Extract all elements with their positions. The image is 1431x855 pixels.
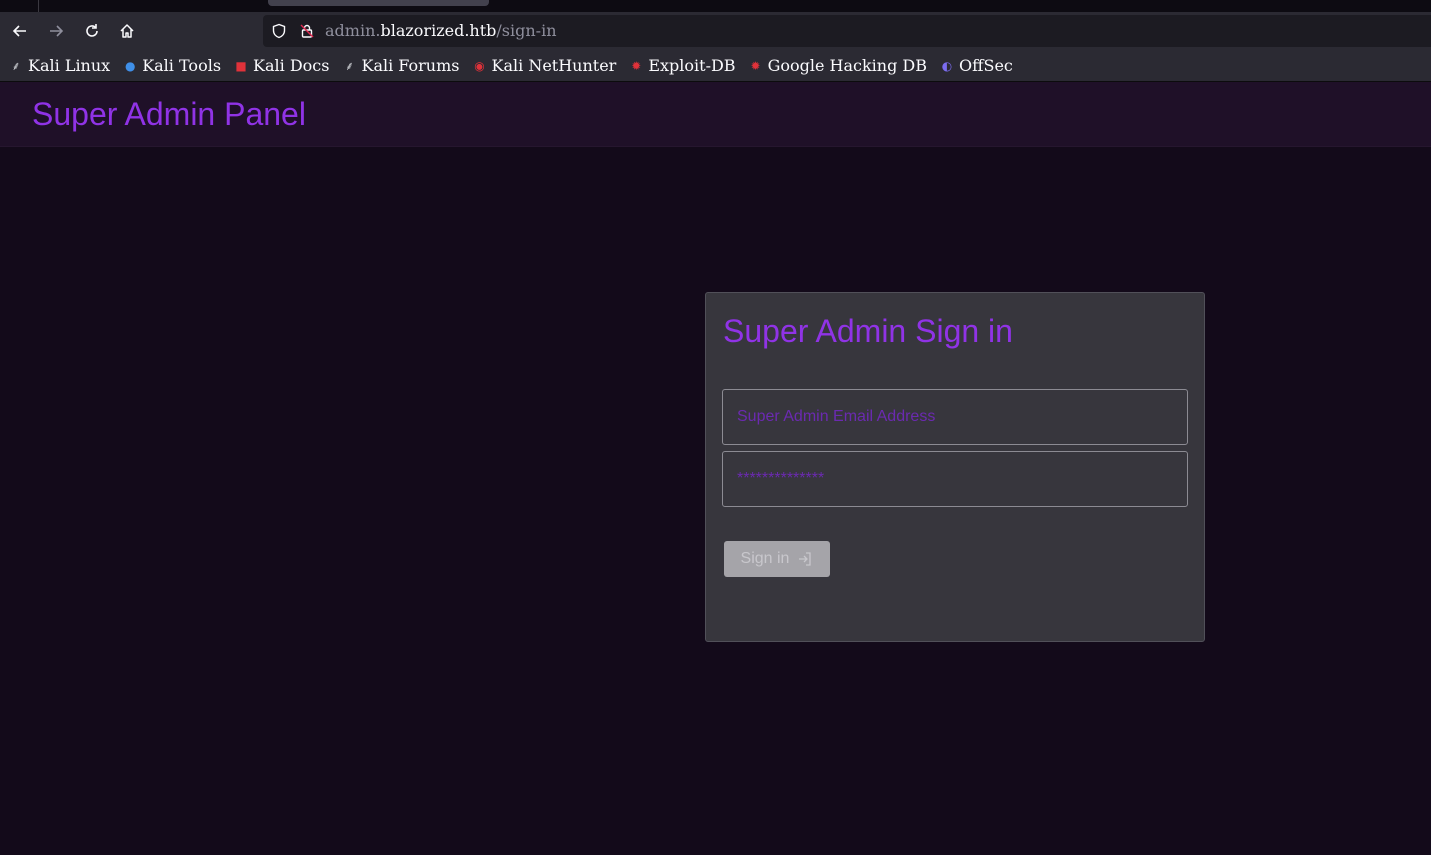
kali-dragon-icon: ⸙ [344, 58, 354, 73]
bookmark-label: OffSec [959, 56, 1013, 75]
bookmark-label: Kali Linux [28, 56, 111, 75]
url-subdomain: admin. [325, 21, 381, 40]
bookmark-kali-forums[interactable]: ⸙ Kali Forums [341, 56, 460, 75]
kali-dragon-icon: ⸙ [11, 58, 21, 73]
password-field[interactable] [722, 451, 1188, 507]
reload-icon [86, 24, 98, 37]
active-tab[interactable] [268, 0, 489, 6]
bookmark-label: Kali NetHunter [491, 56, 617, 75]
offsec-icon: ◐ [941, 58, 953, 73]
nethunter-icon: ◉ [474, 58, 485, 73]
exploit-db-icon: ✹ [631, 58, 642, 73]
bookmark-label: Kali Tools [142, 56, 222, 75]
bookmark-google-hacking-db[interactable]: ✹ Google Hacking DB [748, 56, 927, 75]
bookmark-label: Google Hacking DB [767, 56, 928, 75]
back-button[interactable] [6, 17, 34, 45]
kali-docs-icon: ■ [235, 58, 247, 73]
tab-separator [38, 0, 39, 12]
browser-navbar: admin.blazorized.htb/sign-in [0, 12, 1431, 50]
bookmark-label: Kali Forums [361, 56, 460, 75]
home-icon [120, 24, 134, 38]
url-text[interactable]: admin.blazorized.htb/sign-in [325, 21, 557, 41]
bookmarks-bar: ⸙ Kali Linux ● Kali Tools ■ Kali Docs ⸙ … [0, 50, 1431, 82]
bookmark-kali-docs[interactable]: ■ Kali Docs [233, 56, 329, 75]
url-domain: blazorized.htb [380, 21, 497, 40]
bookmark-label: Kali Docs [253, 56, 330, 75]
signin-card: Super Admin Sign in Sign in [705, 292, 1205, 642]
signin-button[interactable]: Sign in [724, 541, 830, 577]
forward-button[interactable] [42, 17, 70, 45]
signin-title: Super Admin Sign in [723, 313, 1013, 349]
shield-icon[interactable] [271, 23, 287, 39]
bookmark-exploit-db[interactable]: ✹ Exploit-DB [628, 56, 735, 75]
kali-tools-icon: ● [124, 58, 136, 73]
url-bar[interactable]: admin.blazorized.htb/sign-in [263, 15, 1431, 47]
bookmark-offsec[interactable]: ◐ OffSec [939, 56, 1013, 75]
bookmark-label: Exploit-DB [648, 56, 736, 75]
app-title: Super Admin Panel [32, 96, 306, 132]
lock-insecure-icon[interactable] [299, 23, 315, 39]
home-button[interactable] [113, 17, 141, 45]
arrow-right-icon [50, 25, 64, 37]
login-icon [799, 552, 812, 566]
signin-button-label: Sign in [740, 550, 790, 567]
app-header: Super Admin Panel [0, 82, 1431, 147]
bookmark-kali-nethunter[interactable]: ◉ Kali NetHunter [472, 56, 617, 75]
bookmark-kali-linux[interactable]: ⸙ Kali Linux [8, 56, 110, 75]
email-field[interactable] [722, 389, 1188, 445]
reload-button[interactable] [78, 17, 106, 45]
browser-tab-strip [0, 0, 1431, 12]
bookmark-kali-tools[interactable]: ● Kali Tools [122, 56, 221, 75]
arrow-left-icon [12, 25, 26, 37]
ghdb-icon: ✹ [750, 58, 761, 73]
url-path: /sign-in [496, 21, 557, 40]
